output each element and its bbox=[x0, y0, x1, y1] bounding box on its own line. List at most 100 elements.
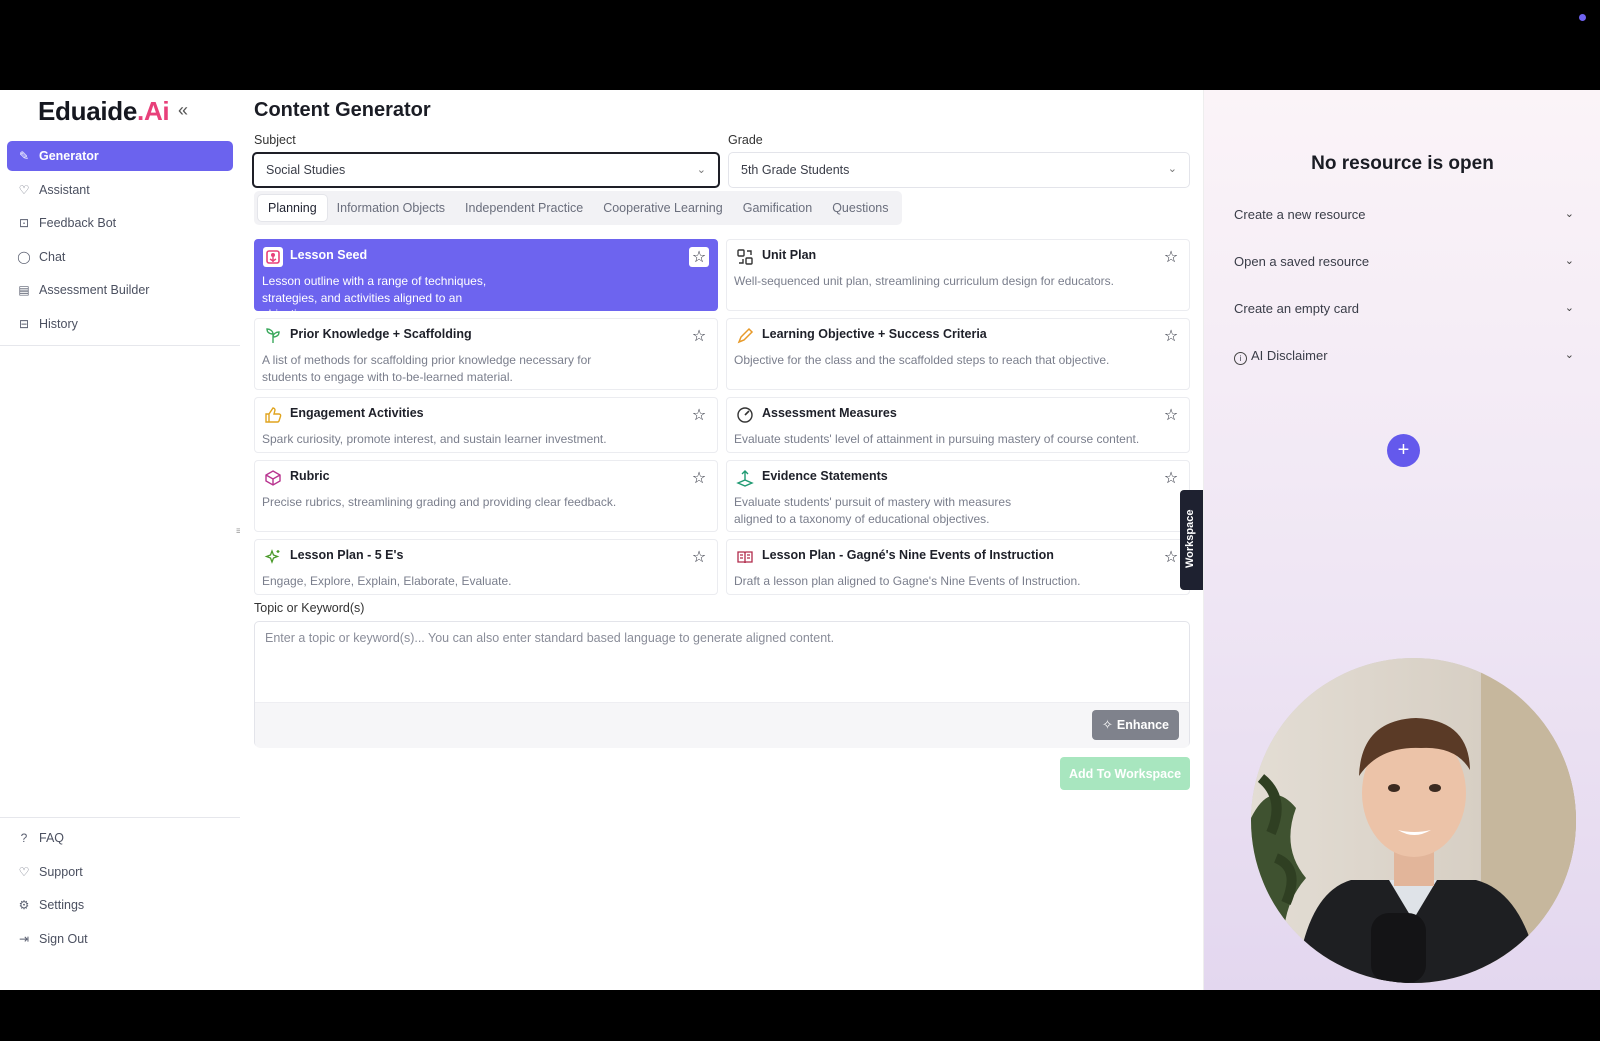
card-lesson-plan-gagne[interactable]: Lesson Plan - Gagné's Nine Events of Ins… bbox=[726, 539, 1190, 595]
tab-questions[interactable]: Questions bbox=[822, 195, 898, 221]
video-top-bar bbox=[0, 0, 1600, 90]
tab-gamification[interactable]: Gamification bbox=[733, 195, 822, 221]
topic-input[interactable] bbox=[255, 622, 1189, 702]
evidence-icon bbox=[735, 468, 755, 488]
card-assessment-measures[interactable]: Assessment Measures Evaluate students' l… bbox=[726, 397, 1190, 453]
subject-label: Subject bbox=[254, 133, 296, 147]
chat-icon: ◯ bbox=[17, 249, 31, 264]
sidebar-item-faq[interactable]: ? FAQ bbox=[7, 823, 233, 853]
subject-value: Social Studies bbox=[266, 163, 346, 177]
star-icon[interactable]: ☆ bbox=[689, 547, 709, 567]
card-description: Precise rubrics, streamlining grading an… bbox=[262, 495, 617, 509]
sidebar-item-assessment-builder[interactable]: ▤ Assessment Builder bbox=[7, 275, 233, 305]
sidebar-item-generator[interactable]: ✎ Generator bbox=[7, 141, 233, 171]
chevron-down-icon: ⌄ bbox=[1564, 208, 1574, 220]
sidebar-item-label: Support bbox=[39, 864, 83, 879]
seed-icon bbox=[263, 247, 283, 267]
sidebar: Eduaide.Ai « ✎ Generator ♡ Assistant ⊡ F… bbox=[0, 90, 241, 990]
card-evidence-statements[interactable]: Evidence Statements Evaluate students' p… bbox=[726, 460, 1190, 532]
topic-toolbar: ✧ Enhance bbox=[255, 702, 1189, 748]
card-unit-plan[interactable]: Unit Plan Well-sequenced unit plan, stre… bbox=[726, 239, 1190, 311]
grade-select[interactable]: 5th Grade Students ⌄ bbox=[728, 152, 1190, 188]
card-description: Evaluate students' level of attainment i… bbox=[734, 432, 1140, 446]
accordion-ai-disclaimer[interactable]: i AI Disclaimer ⌄ bbox=[1234, 348, 1574, 368]
card-title: Lesson Plan - Gagné's Nine Events of Ins… bbox=[762, 548, 1054, 562]
gauge-icon bbox=[735, 405, 755, 425]
sidebar-item-settings[interactable]: ⚙ Settings bbox=[7, 890, 233, 920]
double-chevron-left-icon[interactable]: « bbox=[178, 100, 188, 121]
accordion-create-new-resource[interactable]: Create a new resource ⌄ bbox=[1234, 207, 1574, 227]
chevron-down-icon: ⌄ bbox=[1167, 163, 1177, 175]
sidebar-item-label: Sign Out bbox=[39, 931, 88, 946]
sidebar-item-history[interactable]: ⊟ History bbox=[7, 309, 233, 339]
star-icon[interactable]: ☆ bbox=[1161, 405, 1181, 425]
chevron-down-icon: ⌄ bbox=[1564, 255, 1574, 267]
sidebar-item-sign-out[interactable]: ⇥ Sign Out bbox=[7, 924, 233, 954]
card-description: Evaluate students' pursuit of mastery wi… bbox=[734, 495, 1012, 526]
accordion-open-saved-resource[interactable]: Open a saved resource ⌄ bbox=[1234, 254, 1574, 274]
card-lesson-plan-5es[interactable]: Lesson Plan - 5 E's Engage, Explore, Exp… bbox=[254, 539, 718, 595]
card-engagement-activities[interactable]: Engagement Activities Spark curiosity, p… bbox=[254, 397, 718, 453]
sidebar-item-assistant[interactable]: ♡ Assistant bbox=[7, 175, 233, 205]
sidebar-item-label: Chat bbox=[39, 249, 66, 264]
info-icon: i bbox=[1234, 352, 1247, 365]
card-lesson-seed[interactable]: Lesson Seed Lesson outline with a range … bbox=[254, 239, 718, 321]
star-icon[interactable]: ☆ bbox=[1161, 326, 1181, 346]
accordion-label: AI Disclaimer bbox=[1251, 348, 1328, 363]
thumbs-up-icon bbox=[263, 405, 283, 425]
subject-select[interactable]: Social Studies ⌄ bbox=[252, 152, 720, 188]
star-icon[interactable]: ☆ bbox=[689, 405, 709, 425]
unit-plan-icon bbox=[735, 247, 755, 267]
tab-independent-practice[interactable]: Independent Practice bbox=[455, 195, 593, 221]
card-title: Rubric bbox=[290, 469, 330, 483]
sidebar-item-chat[interactable]: ◯ Chat bbox=[7, 242, 233, 272]
topic-box: ✧ Enhance bbox=[254, 621, 1190, 748]
card-learning-objective-success-criteria[interactable]: Learning Objective + Success Criteria Ob… bbox=[726, 318, 1190, 390]
accordion-label: Create an empty card bbox=[1234, 301, 1360, 316]
star-icon[interactable]: ☆ bbox=[689, 468, 709, 488]
chevron-down-icon: ⌄ bbox=[1564, 302, 1574, 314]
card-rubric[interactable]: Rubric Precise rubrics, streamlining gra… bbox=[254, 460, 718, 532]
chevron-down-icon: ⌄ bbox=[696, 164, 706, 176]
tab-information-objects[interactable]: Information Objects bbox=[327, 195, 455, 221]
main-content: Content Generator Subject Social Studies… bbox=[240, 90, 1203, 990]
star-icon[interactable]: ☆ bbox=[689, 247, 709, 267]
clipboard-icon: ▤ bbox=[18, 283, 30, 297]
card-description: A list of methods for scaffolding prior … bbox=[262, 353, 592, 384]
presenter-webcam bbox=[1251, 658, 1576, 983]
sidebar-divider bbox=[0, 345, 240, 346]
card-description: Engage, Explore, Explain, Elaborate, Eva… bbox=[262, 574, 512, 588]
sidebar-item-label: History bbox=[39, 316, 78, 331]
sidebar-item-support[interactable]: ♡ Support bbox=[7, 857, 233, 887]
sidebar-divider bbox=[0, 817, 240, 818]
edit-icon: ✎ bbox=[18, 149, 30, 163]
star-icon[interactable]: ☆ bbox=[689, 326, 709, 346]
sidebar-bottom-nav: ? FAQ ♡ Support ⚙ Settings ⇥ Sign Out bbox=[7, 823, 233, 957]
sidebar-item-feedback-bot[interactable]: ⊡ Feedback Bot bbox=[7, 208, 233, 238]
star-icon[interactable]: ☆ bbox=[1161, 547, 1181, 567]
tab-cooperative-learning[interactable]: Cooperative Learning bbox=[593, 195, 733, 221]
cube-icon bbox=[263, 468, 283, 488]
card-title: Engagement Activities bbox=[290, 406, 424, 420]
card-title: Prior Knowledge + Scaffolding bbox=[290, 327, 472, 341]
enhance-button[interactable]: ✧ Enhance bbox=[1091, 710, 1179, 740]
panel-title: No resource is open bbox=[1311, 153, 1494, 174]
star-icon[interactable]: ☆ bbox=[1161, 247, 1181, 267]
sidebar-item-label: FAQ bbox=[39, 831, 65, 845]
add-to-workspace-button[interactable]: Add To Workspace bbox=[1060, 757, 1190, 790]
card-description: Spark curiosity, promote interest, and s… bbox=[262, 432, 607, 446]
card-title: Assessment Measures bbox=[762, 406, 897, 420]
question-icon: ? bbox=[20, 831, 28, 845]
sparkles-icon bbox=[263, 547, 283, 567]
card-description: Lesson outline with a range of technique… bbox=[262, 274, 487, 321]
card-title: Lesson Plan - 5 E's bbox=[290, 548, 404, 562]
book-icon bbox=[735, 547, 755, 567]
accordion-create-empty-card[interactable]: Create an empty card ⌄ bbox=[1234, 301, 1574, 321]
card-prior-knowledge-scaffolding[interactable]: Prior Knowledge + Scaffolding A list of … bbox=[254, 318, 718, 390]
video-bottom-bar bbox=[0, 990, 1600, 1041]
workspace-tab[interactable]: Workspace bbox=[1180, 490, 1203, 590]
tab-planning[interactable]: Planning bbox=[258, 195, 327, 221]
add-resource-button[interactable]: + bbox=[1387, 434, 1420, 467]
star-icon[interactable]: ☆ bbox=[1161, 468, 1181, 488]
recording-indicator bbox=[1579, 14, 1586, 21]
